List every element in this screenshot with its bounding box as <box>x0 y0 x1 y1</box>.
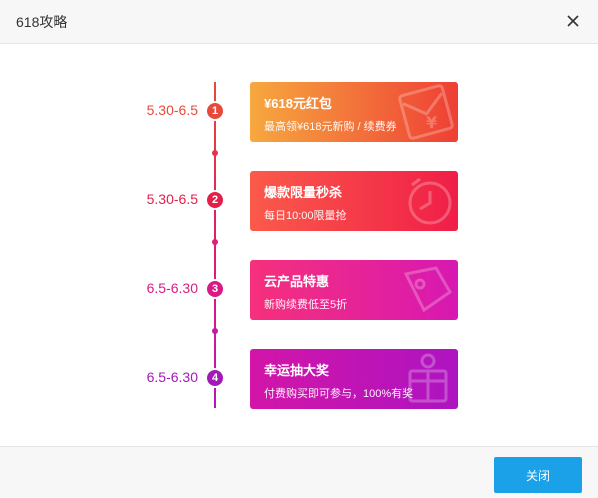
dialog-title: 618攻略 <box>16 14 68 30</box>
stage-card-subtitle: 付费购买即可参与，100%有奖 <box>264 388 414 400</box>
stage-number-badge: 1 <box>207 103 223 119</box>
close-icon[interactable] <box>562 10 584 32</box>
stage-number-badge: 2 <box>207 192 223 208</box>
timeline-stage-3: 6.5-6.30 3 云产品特惠 新购续费低至5折 <box>0 260 598 320</box>
stage-card-title: ¥618元红包 <box>264 96 332 111</box>
red-envelope-yen-icon: ¥ <box>398 84 454 140</box>
dialog-header: 618攻略 <box>0 0 598 44</box>
price-tag-icon <box>403 266 452 313</box>
stage-card-subtitle: 每日10:00限量抢 <box>264 210 347 222</box>
timeline-dot <box>212 328 218 334</box>
stage-card-title: 幸运抽大奖 <box>264 363 330 378</box>
stage-number-badge: 4 <box>207 370 223 386</box>
stage-date: 5.30-6.5 <box>146 191 198 207</box>
flash-sale-card[interactable]: 爆款限量秒杀 每日10:00限量抢 <box>250 171 458 231</box>
dialog-footer: 关闭 <box>0 446 598 498</box>
svg-text:¥: ¥ <box>426 113 437 132</box>
cloud-discount-card[interactable]: 云产品特惠 新购续费低至5折 <box>250 260 458 320</box>
stage-card-subtitle: 新购续费低至5折 <box>264 299 348 311</box>
timeline-stage-4: 6.5-6.30 4 幸运抽大奖 付费购买即可参与，100%有奖 <box>0 349 598 409</box>
timeline-dot <box>212 239 218 245</box>
alarm-clock-icon <box>408 177 452 225</box>
dialog-618-guide: 618攻略 5.30-6.5 1 ¥ ¥618元红包 最高领¥618元新购 / … <box>0 0 598 498</box>
red-envelope-card[interactable]: ¥ ¥618元红包 最高领¥618元新购 / 续费券 <box>250 82 458 142</box>
timeline-stage-2: 5.30-6.5 2 爆款限量秒杀 每日10:00限量抢 <box>0 171 598 231</box>
timeline-stage-1: 5.30-6.5 1 ¥ ¥618元红包 最高领¥618元新购 / 续费券 <box>0 82 598 142</box>
stage-number-badge: 3 <box>207 281 223 297</box>
stage-card-title: 爆款限量秒杀 <box>264 185 343 200</box>
close-button[interactable]: 关闭 <box>494 457 582 493</box>
stage-card-subtitle: 最高领¥618元新购 / 续费券 <box>264 121 397 133</box>
lucky-draw-card[interactable]: 幸运抽大奖 付费购买即可参与，100%有奖 <box>250 349 458 409</box>
stage-card-title: 云产品特惠 <box>264 274 330 289</box>
dialog-body: 5.30-6.5 1 ¥ ¥618元红包 最高领¥618元新购 / 续费券 5.… <box>0 44 598 446</box>
stage-date: 6.5-6.30 <box>146 280 198 296</box>
stage-date: 5.30-6.5 <box>146 102 198 118</box>
stage-date: 6.5-6.30 <box>146 369 198 385</box>
timeline-dot <box>212 150 218 156</box>
